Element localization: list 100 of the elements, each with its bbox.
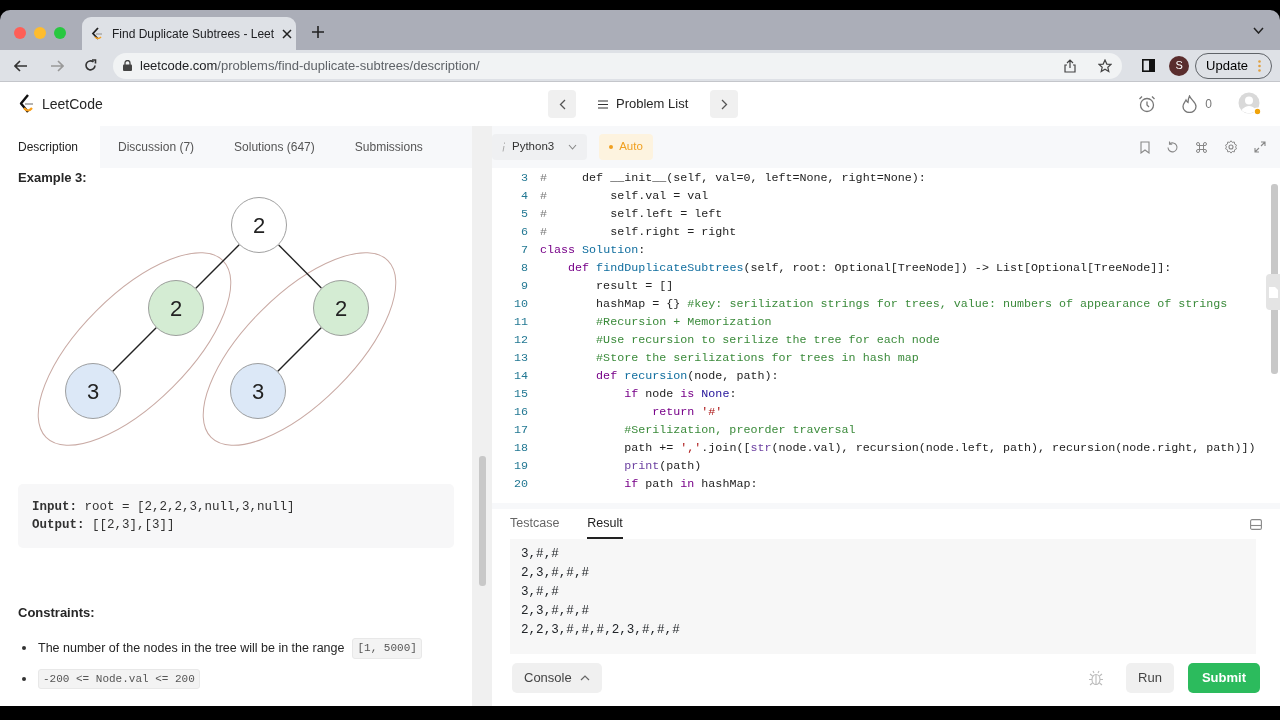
tree-edge	[112, 327, 157, 372]
line-number: 13	[512, 350, 528, 367]
tree-node: 2	[231, 197, 287, 253]
tree-node: 3	[65, 363, 121, 419]
line-number: 6	[520, 224, 528, 241]
chevron-down-icon	[568, 144, 578, 150]
output-line: 3,#,#	[521, 584, 560, 601]
example-heading: Example 3:	[18, 169, 87, 188]
run-button[interactable]: Run	[1126, 663, 1174, 693]
tab[interactable]: Submissions	[336, 126, 445, 168]
line-number: 9	[520, 278, 528, 295]
bookmark-icon[interactable]	[1140, 140, 1150, 154]
line-number: 16	[512, 404, 528, 421]
line-number: 11	[512, 314, 528, 331]
bug-icon[interactable]	[1088, 670, 1105, 686]
side-panel-icon[interactable]	[1142, 59, 1156, 72]
settings-icon[interactable]	[1224, 140, 1238, 154]
expand-icon[interactable]	[1254, 141, 1266, 153]
inline-code: [1, 5000]	[352, 638, 422, 659]
browser-tab[interactable]: Find Duplicate Subtrees - Leet	[82, 17, 296, 50]
code-line: def recursion(node, path):	[595, 368, 779, 385]
reload-icon[interactable]	[84, 59, 97, 72]
example-code-line: Input: root = [2,2,2,3,null,3,null]	[32, 499, 296, 516]
user-avatar[interactable]	[1238, 92, 1262, 116]
line-number: 15	[512, 386, 528, 403]
language-dropdown[interactable]: Python3	[492, 134, 588, 160]
problem-list-button[interactable]: Problem List	[592, 93, 695, 115]
code-line: result = []	[595, 278, 674, 295]
tab-title: Find Duplicate Subtrees - Leet	[112, 25, 275, 43]
code-line: def findDuplicateSubtrees(self, root: Optional[TreeNode]) -> List[Optional[TreeNode]]:	[567, 260, 1172, 277]
bullet-icon	[22, 676, 26, 681]
alarm-clock-icon[interactable]	[1138, 95, 1157, 113]
console-button[interactable]: Console	[512, 663, 602, 693]
panel-layout-icon[interactable]	[1250, 519, 1262, 531]
tree-edge	[278, 244, 322, 289]
info-icon	[502, 142, 506, 152]
chevron-left-icon	[558, 98, 566, 110]
code-line: #Use recursion to serilize the tree for each node	[595, 332, 940, 349]
code-line: if node is None:	[623, 386, 737, 403]
code-line: # self.left = left	[540, 206, 723, 223]
inline-code: -200 <= Node.val <= 200	[38, 668, 200, 689]
code-line: if path in hashMap:	[623, 476, 758, 493]
site-logo-icon	[90, 26, 104, 41]
line-number: 4	[520, 188, 528, 205]
code-line: #Serilization, preorder traversal	[623, 422, 856, 439]
code-line: class Solution:	[540, 242, 646, 259]
example-code-line: Output: [[2,3],[3]]	[32, 517, 176, 534]
status-dot	[609, 145, 614, 149]
scrollbar[interactable]	[479, 456, 486, 586]
previous-problem-button[interactable]	[548, 90, 576, 118]
address-bar[interactable]: leetcode.com/problems/find-duplicate-subtrees/description/	[113, 52, 1123, 79]
line-number: 3	[520, 170, 528, 187]
forward-icon[interactable]	[50, 59, 64, 72]
command-icon[interactable]	[1195, 140, 1208, 154]
next-problem-button[interactable]	[710, 90, 739, 118]
flame-icon[interactable]	[1182, 95, 1198, 113]
code-line: #Recursion + Memorization	[595, 314, 772, 331]
output-line: 2,3,#,#,#	[521, 565, 591, 582]
line-number: 20	[512, 476, 528, 493]
output-line: 2,2,3,#,#,#,2,3,#,#,#	[521, 622, 681, 639]
tab[interactable]: Solutions (647)	[216, 126, 337, 168]
line-number: 8	[520, 260, 528, 277]
file-tab-handle[interactable]	[1266, 274, 1280, 310]
close-icon[interactable]	[282, 28, 293, 39]
streak-count: 0	[1205, 96, 1212, 113]
share-icon[interactable]	[1064, 58, 1077, 73]
tab[interactable]: Testcase	[510, 509, 560, 539]
line-number: 12	[512, 332, 528, 349]
leetcode-logo-icon[interactable]	[18, 94, 34, 114]
line-number: 18	[512, 440, 528, 457]
lock-icon	[123, 60, 132, 71]
new-tab-icon[interactable]	[312, 26, 324, 38]
line-number: 19	[512, 458, 528, 475]
code-line: # self.right = right	[540, 224, 737, 241]
url-text: leetcode.com/problems/find-duplicate-subtrees/description/	[140, 56, 481, 75]
chevron-up-icon	[579, 675, 590, 681]
list-icon	[598, 99, 608, 109]
back-icon[interactable]	[14, 59, 28, 72]
profile-avatar[interactable]: S	[1169, 55, 1190, 76]
line-number: 7	[520, 242, 528, 259]
code-line: return '#'	[651, 404, 723, 421]
code-line: path += ','.join([str(node.val), recursion(node.left, path), recursion(node.right, path)])	[623, 440, 1256, 457]
logo-text[interactable]: LeetCode	[42, 93, 103, 115]
output-line: 3,#,#	[521, 546, 560, 563]
star-icon[interactable]	[1098, 58, 1113, 73]
tree-edge	[195, 244, 240, 289]
line-number: 14	[512, 368, 528, 385]
code-line: #Store the serilizations for trees in hash map	[595, 350, 919, 367]
tab[interactable]: Discussion (7)	[100, 126, 217, 168]
reset-icon[interactable]	[1166, 140, 1179, 154]
chevron-right-icon	[720, 98, 728, 110]
chevron-down-icon[interactable]	[1253, 26, 1264, 34]
code-line: print(path)	[623, 458, 702, 475]
output-line: 2,3,#,#,#	[521, 603, 591, 620]
bullet-icon	[22, 646, 26, 651]
update-button[interactable]: Update	[1195, 52, 1272, 79]
tab[interactable]: Description	[0, 126, 101, 168]
more-icon[interactable]	[1258, 59, 1261, 72]
tree-edge	[277, 327, 322, 372]
line-number: 5	[520, 206, 528, 223]
